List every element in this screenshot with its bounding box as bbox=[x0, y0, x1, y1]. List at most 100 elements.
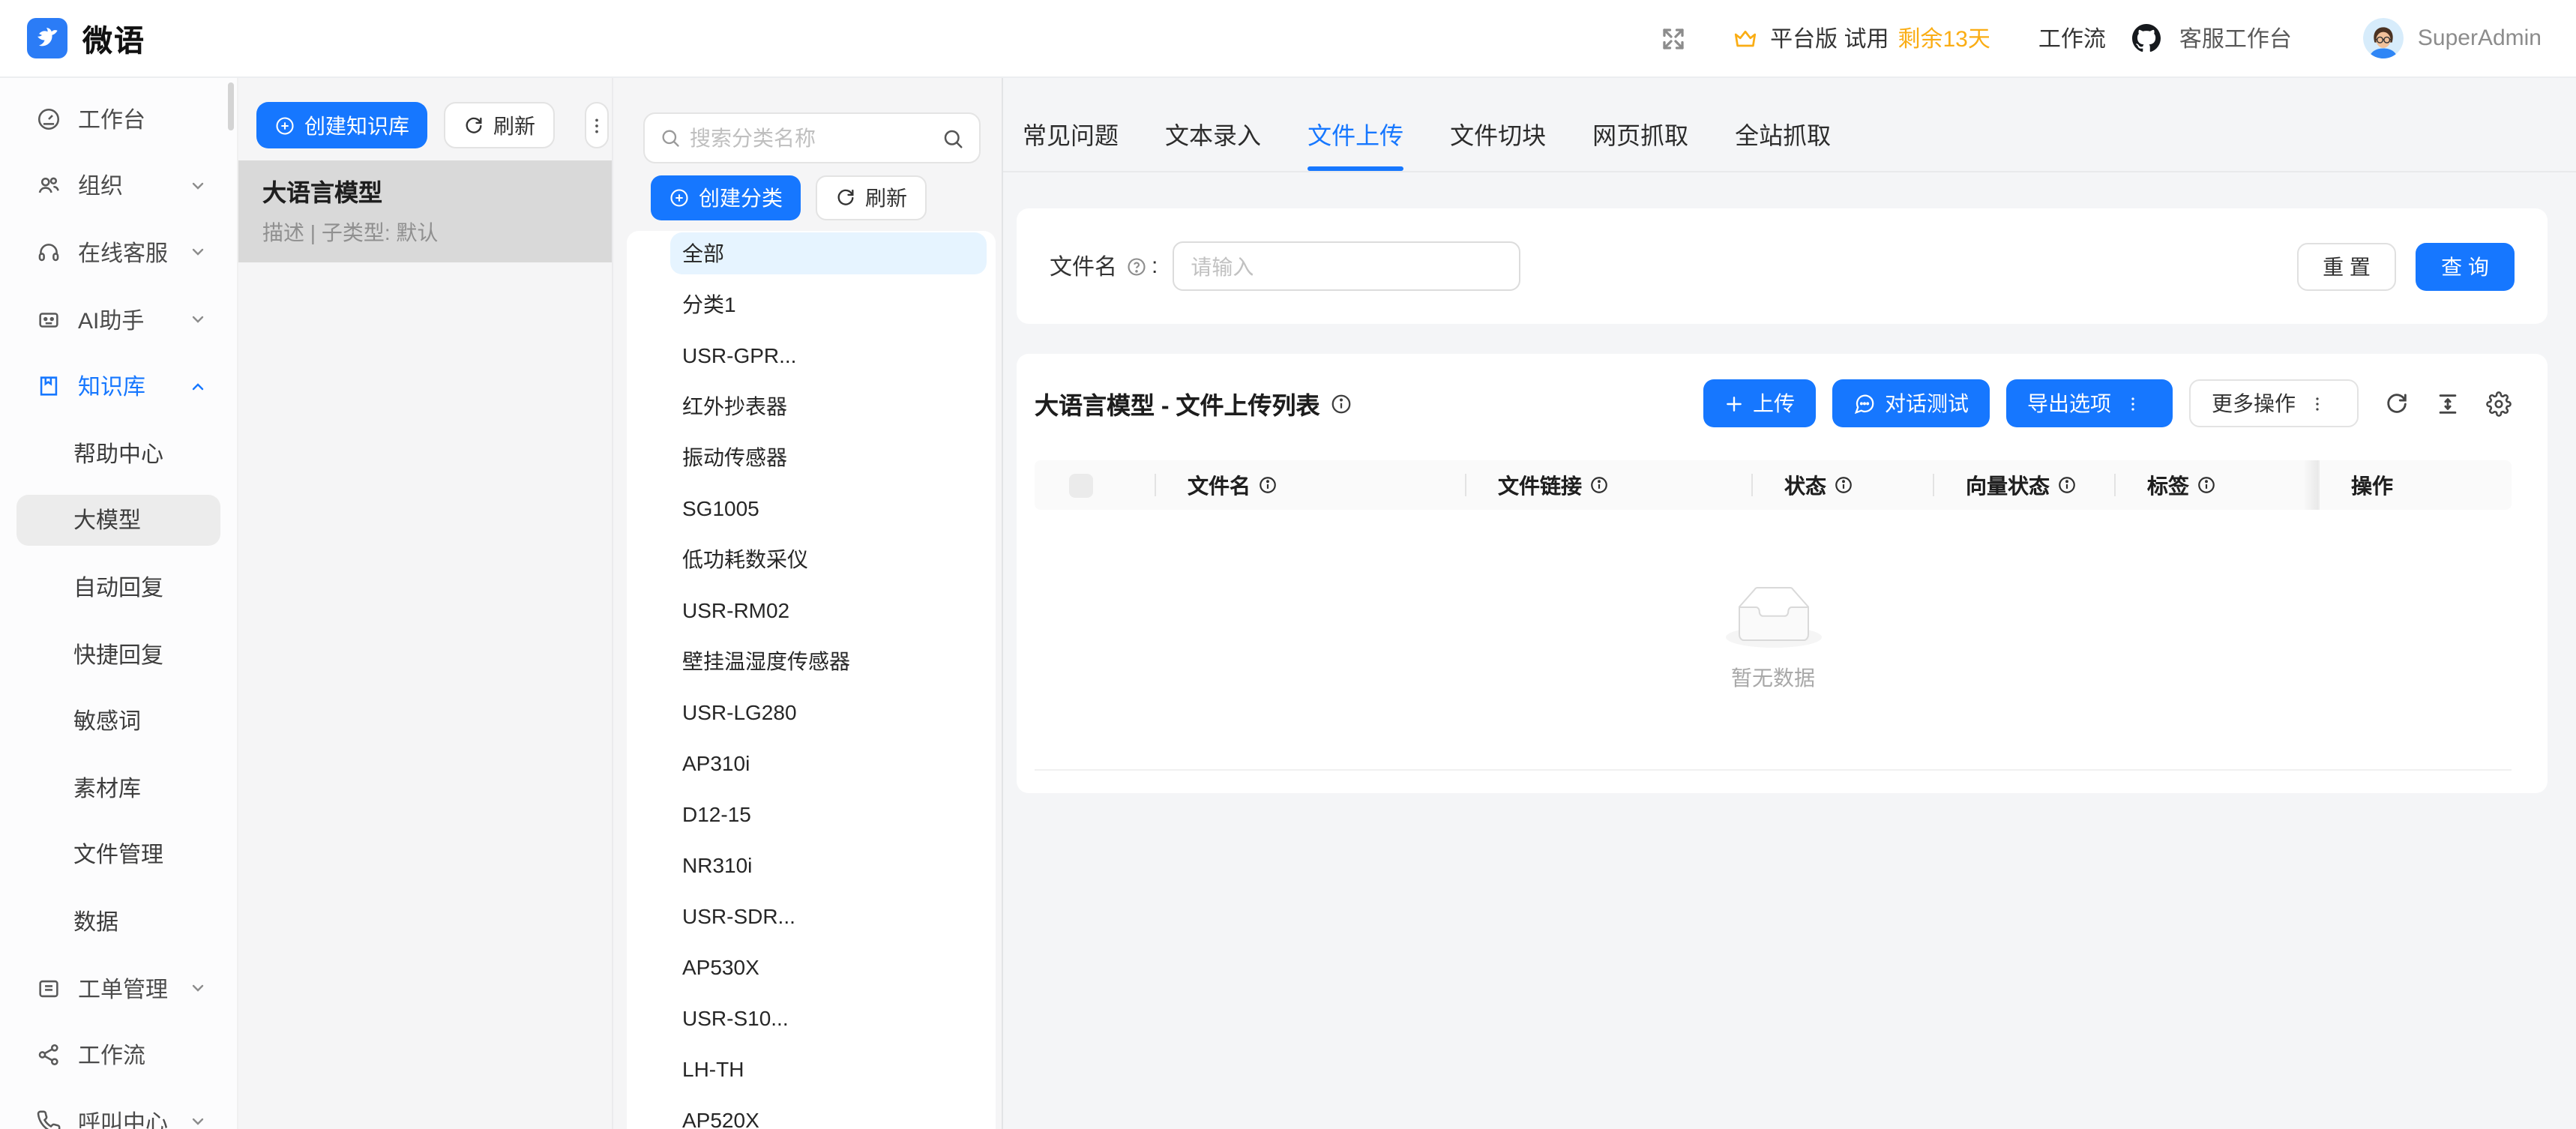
search-submit-icon[interactable] bbox=[942, 127, 964, 149]
sidebar-item-label: 工单管理 bbox=[78, 972, 168, 1004]
category-row[interactable]: NR310i bbox=[670, 844, 987, 886]
app-logo[interactable] bbox=[27, 18, 67, 58]
app-root: 微语 平台版 试用 剩余13天 工作流 bbox=[0, 0, 2576, 1129]
sidebar-scrollbar[interactable] bbox=[228, 82, 234, 130]
category-row[interactable]: AP310i bbox=[670, 742, 987, 784]
category-row[interactable]: USR-LG280 bbox=[670, 691, 987, 733]
kb-more-button[interactable] bbox=[585, 102, 609, 148]
create-kb-button[interactable]: 创建知识库 bbox=[256, 102, 427, 148]
header-right: 平台版 试用 剩余13天 工作流 客服工作台 bbox=[1659, 18, 2542, 58]
category-row[interactable]: SG1005 bbox=[670, 487, 987, 529]
question-circle-icon[interactable] bbox=[1126, 256, 1147, 277]
share-nodes-icon bbox=[36, 1042, 61, 1068]
knowledge-base-panel: 创建知识库 刷新 大语言模型 描述 | 子类型: 默认 bbox=[238, 78, 613, 1129]
upload-button[interactable]: 上传 bbox=[1703, 379, 1816, 427]
kb-list-item-selected[interactable]: 大语言模型 描述 | 子类型: 默认 bbox=[238, 160, 612, 262]
chevron-up-icon bbox=[189, 377, 207, 395]
table-card-header: 大语言模型 - 文件上传列表 上传 bbox=[1035, 379, 2512, 427]
filename-filter-input[interactable] bbox=[1173, 241, 1520, 291]
create-category-button[interactable]: 创建分类 bbox=[651, 175, 801, 220]
category-row[interactable]: 红外抄表器 bbox=[670, 385, 987, 427]
category-search-box bbox=[643, 112, 981, 163]
plan-badge[interactable]: 平台版 试用 剩余13天 bbox=[1731, 22, 1990, 54]
category-row[interactable]: 壁挂温湿度传感器 bbox=[670, 640, 987, 682]
sidebar-item-label: 组织 bbox=[78, 170, 123, 202]
tab-text-entry[interactable]: 文本录入 bbox=[1165, 115, 1261, 151]
sidebar-item-ai-assistant[interactable]: AI助手 bbox=[0, 286, 237, 353]
column-status: 状态 bbox=[1753, 460, 1934, 510]
sidebar-item-call-center[interactable]: 呼叫中心 bbox=[0, 1089, 237, 1129]
username[interactable]: SuperAdmin bbox=[2418, 25, 2542, 51]
workflow-link[interactable]: 工作流 bbox=[2038, 22, 2106, 54]
filter-label: 文件名 : bbox=[1050, 250, 1158, 282]
category-row[interactable]: AP520X bbox=[670, 1099, 987, 1129]
category-toolbar: 创建分类 刷新 bbox=[651, 175, 1002, 220]
category-row[interactable]: 低功耗数采仪 bbox=[670, 538, 987, 580]
user-avatar[interactable] bbox=[2364, 18, 2404, 58]
sidebar-subitem-label: 帮助中心 bbox=[73, 438, 163, 469]
export-options-button[interactable]: 导出选项 bbox=[2006, 379, 2173, 427]
sidebar-item-ticket-management[interactable]: 工单管理 bbox=[0, 954, 237, 1021]
sidebar-item-online-service[interactable]: 在线客服 bbox=[0, 219, 237, 286]
category-row[interactable]: LH-TH bbox=[670, 1048, 987, 1090]
sidebar-subitem-data[interactable]: 数据 bbox=[0, 888, 237, 954]
sidebar-item-workbench[interactable]: 工作台 bbox=[0, 85, 237, 152]
info-circle-icon[interactable] bbox=[1330, 392, 1352, 415]
main-content: 常见问题 文本录入 文件上传 文件切块 网页抓取 全站抓取 文件名 bbox=[1003, 78, 2576, 1129]
workbench-link[interactable]: 客服工作台 bbox=[2179, 22, 2292, 54]
team-icon bbox=[36, 173, 61, 199]
more-actions-button[interactable]: 更多操作 bbox=[2189, 379, 2359, 427]
github-icon[interactable] bbox=[2133, 24, 2161, 52]
info-circle-icon[interactable] bbox=[2197, 475, 2216, 495]
tab-file-upload[interactable]: 文件上传 bbox=[1307, 115, 1403, 151]
sidebar-subitem-help-center[interactable]: 帮助中心 bbox=[0, 420, 237, 487]
sidebar-subitem-file-management[interactable]: 文件管理 bbox=[0, 821, 237, 888]
chevron-down-icon bbox=[189, 310, 207, 328]
sidebar-item-organization[interactable]: 组织 bbox=[0, 152, 237, 219]
info-circle-icon[interactable] bbox=[1589, 475, 1609, 495]
table-refresh-icon[interactable] bbox=[2384, 391, 2410, 416]
category-row[interactable]: USR-RM02 bbox=[670, 589, 987, 631]
category-row-selected[interactable]: 全部 bbox=[670, 232, 987, 274]
info-circle-icon[interactable] bbox=[1834, 475, 1853, 495]
sidebar-subitem-llm[interactable]: 大模型 bbox=[0, 487, 237, 553]
column-actions: 操作 bbox=[2318, 460, 2512, 510]
category-row[interactable]: 振动传感器 bbox=[670, 436, 987, 478]
category-search-input[interactable] bbox=[690, 126, 933, 150]
gear-icon[interactable] bbox=[2486, 391, 2512, 416]
fullscreen-icon[interactable] bbox=[1659, 25, 1686, 52]
sidebar-subitem-sensitive-words[interactable]: 敏感词 bbox=[0, 687, 237, 754]
tab-file-chunk[interactable]: 文件切块 bbox=[1450, 115, 1546, 151]
sidebar-item-knowledge-base[interactable]: 知识库 bbox=[0, 353, 237, 420]
sidebar-subitem-auto-reply[interactable]: 自动回复 bbox=[0, 553, 237, 620]
query-button[interactable]: 查 询 bbox=[2416, 242, 2515, 290]
sidebar-subitem-label: 快捷回复 bbox=[73, 638, 163, 669]
top-header: 微语 平台版 试用 剩余13天 工作流 bbox=[0, 0, 2576, 78]
reset-button[interactable]: 重 置 bbox=[2297, 242, 2396, 290]
category-row[interactable]: D12-15 bbox=[670, 793, 987, 835]
info-circle-icon[interactable] bbox=[2057, 475, 2077, 495]
kebab-menu-icon bbox=[2308, 394, 2336, 413]
tab-site-scrape[interactable]: 全站抓取 bbox=[1735, 115, 1831, 151]
select-all-checkbox[interactable] bbox=[1069, 473, 1093, 497]
kb-toolbar: 创建知识库 刷新 bbox=[238, 78, 612, 148]
robot-icon bbox=[36, 307, 61, 332]
sidebar-subitem-material-library[interactable]: 素材库 bbox=[0, 754, 237, 821]
sidebar-subitem-quick-reply[interactable]: 快捷回复 bbox=[0, 621, 237, 687]
category-refresh-button[interactable]: 刷新 bbox=[816, 175, 927, 220]
row-height-icon[interactable] bbox=[2435, 391, 2461, 416]
chat-test-button[interactable]: 对话测试 bbox=[1832, 379, 1990, 427]
content-tabs: 常见问题 文本录入 文件上传 文件切块 网页抓取 全站抓取 bbox=[1003, 78, 2576, 172]
category-row[interactable]: USR-S10... bbox=[670, 997, 987, 1039]
category-row[interactable]: USR-GPR... bbox=[670, 334, 987, 376]
phone-icon bbox=[36, 1109, 61, 1129]
category-row[interactable]: USR-SDR... bbox=[670, 895, 987, 937]
tab-web-scrape[interactable]: 网页抓取 bbox=[1592, 115, 1688, 151]
info-circle-icon[interactable] bbox=[1258, 475, 1278, 495]
kb-refresh-button[interactable]: 刷新 bbox=[444, 102, 555, 148]
category-row[interactable]: 分类1 bbox=[670, 283, 987, 325]
filter-bar: 文件名 : 重 置 查 询 bbox=[1017, 208, 2548, 324]
sidebar-item-workflow[interactable]: 工作流 bbox=[0, 1022, 237, 1089]
tab-faq[interactable]: 常见问题 bbox=[1023, 115, 1119, 151]
category-row[interactable]: AP530X bbox=[670, 946, 987, 988]
